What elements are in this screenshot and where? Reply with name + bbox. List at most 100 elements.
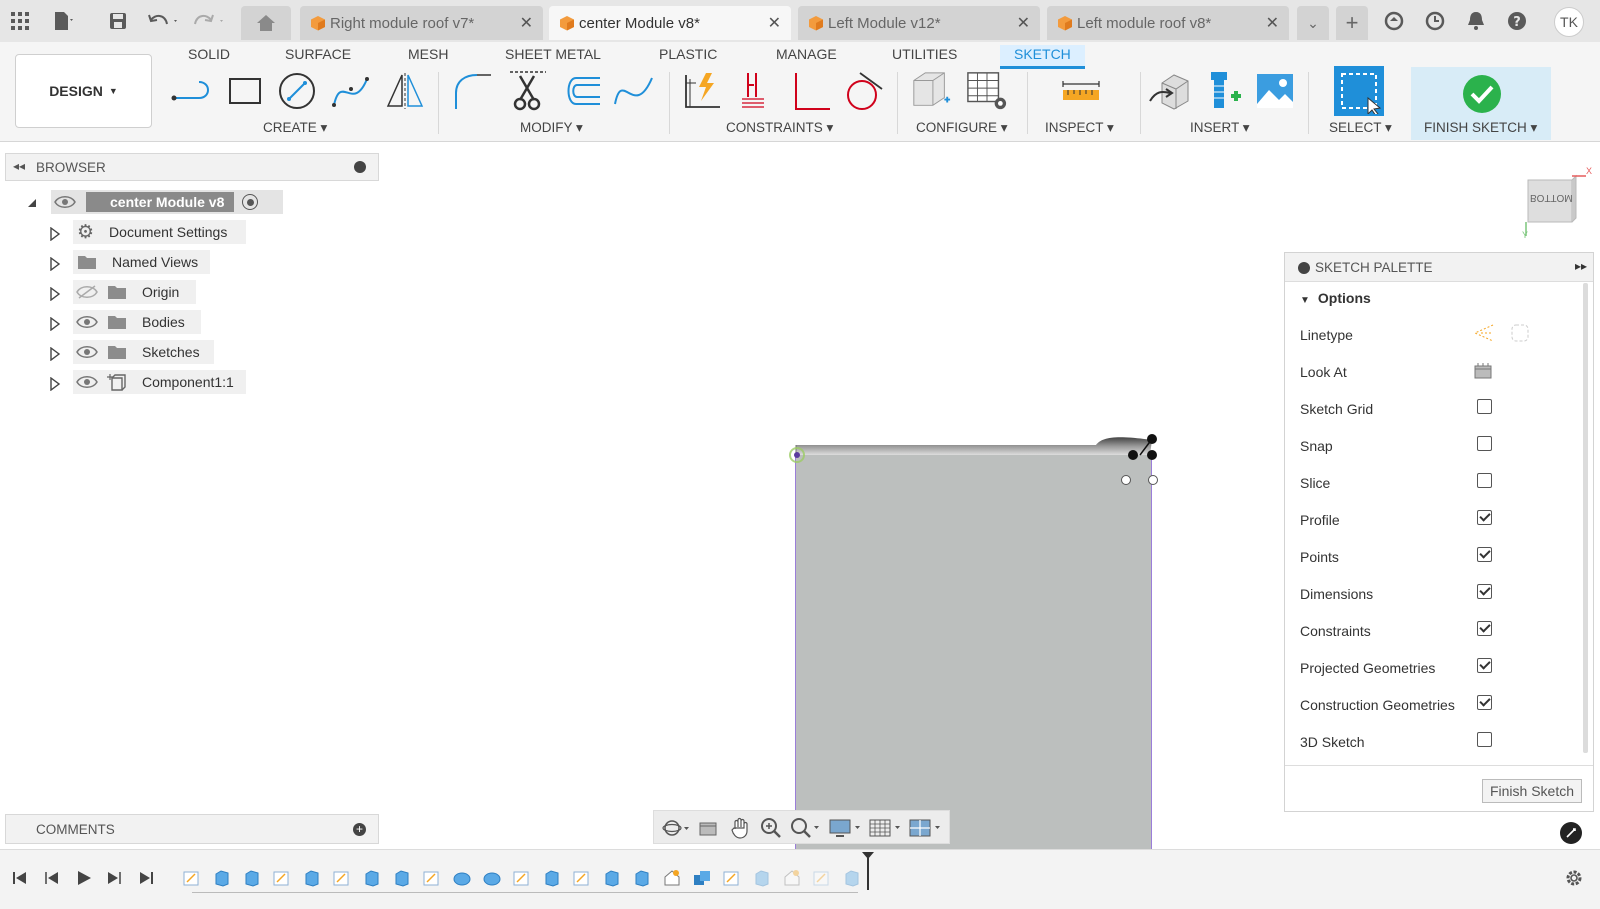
finish-sketch-button[interactable]: FINISH SKETCH ▾: [1411, 67, 1551, 140]
zoom-icon[interactable]: [760, 817, 782, 839]
line-tool-icon[interactable]: [170, 70, 212, 112]
timeline-extrude-icon[interactable]: [543, 869, 561, 887]
spline-tool-icon[interactable]: [330, 70, 372, 112]
browser-item-sketches[interactable]: Sketches: [73, 340, 214, 364]
options-section-toggle[interactable]: ▼ Options: [1300, 290, 1371, 306]
parallel-constraint-icon[interactable]: [734, 70, 776, 112]
user-avatar[interactable]: TK: [1554, 7, 1584, 37]
timeline-fillet-icon[interactable]: [483, 869, 501, 887]
look-at-icon[interactable]: [1473, 362, 1493, 380]
timeline-sketch-icon[interactable]: [573, 869, 591, 887]
step-back-icon[interactable]: [44, 870, 60, 886]
measure-tool-icon[interactable]: [1060, 70, 1102, 112]
snap-checkbox[interactable]: [1477, 436, 1492, 451]
go-to-end-icon[interactable]: [138, 870, 154, 886]
timeline-extrude-icon[interactable]: [753, 869, 771, 887]
collapse-panel-icon[interactable]: ◂◂: [13, 159, 25, 173]
constraints-checkbox[interactable]: [1477, 621, 1492, 636]
go-to-start-icon[interactable]: [12, 870, 28, 886]
tab-plastic[interactable]: PLASTIC: [659, 45, 717, 69]
pan-hand-icon[interactable]: [730, 817, 750, 839]
tab-left-module[interactable]: Left Module v12* ✕: [798, 6, 1040, 40]
collapsed-triangle-icon[interactable]: [49, 347, 61, 361]
feedback-icon[interactable]: [1560, 822, 1582, 844]
sketch-profile[interactable]: [795, 455, 1152, 850]
visibility-eye-icon[interactable]: [76, 375, 98, 389]
projected-geometries-checkbox[interactable]: [1477, 658, 1492, 673]
timeline-extrude-icon[interactable]: [303, 869, 321, 887]
notifications-bell-icon[interactable]: [1464, 9, 1488, 33]
palette-scrollbar[interactable]: [1583, 283, 1588, 753]
step-forward-icon[interactable]: [106, 870, 122, 886]
sketch-grid-checkbox[interactable]: [1477, 399, 1492, 414]
tangent-constraint-icon[interactable]: [842, 70, 884, 112]
close-icon[interactable]: ✕: [520, 13, 533, 33]
insert-derive-icon[interactable]: [1148, 70, 1190, 112]
timeline-sketch-icon[interactable]: [723, 869, 741, 887]
collapsed-triangle-icon[interactable]: [49, 287, 61, 301]
timeline-sketch-icon[interactable]: [333, 869, 351, 887]
new-tab-button[interactable]: +: [1336, 6, 1368, 40]
help-icon[interactable]: ?: [1505, 9, 1529, 33]
circle-tool-icon[interactable]: [276, 70, 318, 112]
sketch-point[interactable]: [1121, 475, 1131, 485]
inspect-menu[interactable]: INSPECT ▾: [1045, 120, 1114, 136]
sync-icon[interactable]: [1382, 9, 1406, 33]
view-cube[interactable]: BOTTOM X Y: [1520, 166, 1594, 240]
collapsed-triangle-icon[interactable]: [49, 227, 61, 241]
close-icon[interactable]: ✕: [1266, 13, 1279, 33]
visibility-eye-icon[interactable]: [54, 195, 76, 209]
tab-sheet-metal[interactable]: SHEET METAL: [505, 45, 601, 69]
finish-sketch-palette-button[interactable]: Finish Sketch: [1482, 779, 1582, 803]
centerline-linetype-icon[interactable]: [1509, 323, 1531, 343]
redo-icon[interactable]: [192, 9, 228, 33]
sketch-geometry[interactable]: [780, 425, 1190, 485]
tab-utilities[interactable]: UTILITIES: [892, 45, 957, 69]
create-menu[interactable]: CREATE ▾: [263, 120, 327, 136]
construction-geometries-checkbox[interactable]: [1477, 695, 1492, 710]
timeline-combine-icon[interactable]: [693, 869, 711, 887]
points-checkbox[interactable]: [1477, 547, 1492, 562]
collapsed-triangle-icon[interactable]: [49, 377, 61, 391]
tab-sketch[interactable]: SKETCH: [1000, 45, 1085, 69]
tab-overflow-button[interactable]: ⌄: [1297, 6, 1329, 40]
close-icon[interactable]: ✕: [768, 13, 781, 33]
orbit-icon[interactable]: [662, 818, 692, 838]
browser-item-component1[interactable]: Component1:1: [73, 370, 246, 394]
timeline-sketch-icon[interactable]: [183, 869, 201, 887]
browser-root-component[interactable]: center Module v8: [51, 190, 283, 214]
fillet-tool-icon[interactable]: [451, 70, 493, 112]
save-icon[interactable]: [106, 9, 130, 33]
viewports-icon[interactable]: [908, 817, 946, 839]
add-comment-icon[interactable]: +: [353, 823, 366, 836]
slice-checkbox[interactable]: [1477, 473, 1492, 488]
insert-menu[interactable]: INSERT ▾: [1190, 120, 1250, 136]
configure-feature-icon[interactable]: [910, 70, 952, 112]
file-menu-icon[interactable]: [52, 9, 76, 33]
tab-surface[interactable]: SURFACE: [285, 45, 351, 69]
sketch-point[interactable]: [1148, 475, 1158, 485]
timeline-sketch-icon[interactable]: [273, 869, 291, 887]
modify-menu[interactable]: MODIFY ▾: [520, 120, 583, 136]
tab-center-module[interactable]: center Module v8* ✕: [549, 6, 791, 40]
job-status-icon[interactable]: [1423, 9, 1447, 33]
play-icon[interactable]: [76, 870, 92, 886]
timeline-extrude-icon[interactable]: [243, 869, 261, 887]
undo-icon[interactable]: [146, 9, 182, 33]
constraints-menu[interactable]: CONSTRAINTS ▾: [726, 120, 833, 136]
timeline-construction-icon[interactable]: [663, 869, 681, 887]
expanded-triangle-icon[interactable]: [26, 196, 38, 210]
workspace-switcher-button[interactable]: DESIGN ▼: [15, 54, 152, 128]
mirror-tool-icon[interactable]: [384, 70, 426, 112]
configure-menu[interactable]: CONFIGURE ▾: [916, 120, 1008, 136]
configuration-table-icon[interactable]: [966, 70, 1008, 112]
browser-item-named-views[interactable]: Named Views: [73, 250, 210, 274]
timeline-extrude-icon[interactable]: [393, 869, 411, 887]
construction-linetype-icon[interactable]: [1473, 323, 1495, 343]
curve-tool-icon[interactable]: [612, 70, 654, 112]
timeline-extrude-icon[interactable]: [633, 869, 651, 887]
collapsed-triangle-icon[interactable]: [49, 257, 61, 271]
sketch-point[interactable]: [1128, 450, 1138, 460]
tab-left-module-roof[interactable]: Left module roof v8* ✕: [1047, 6, 1289, 40]
activate-radio-icon[interactable]: [242, 194, 259, 210]
